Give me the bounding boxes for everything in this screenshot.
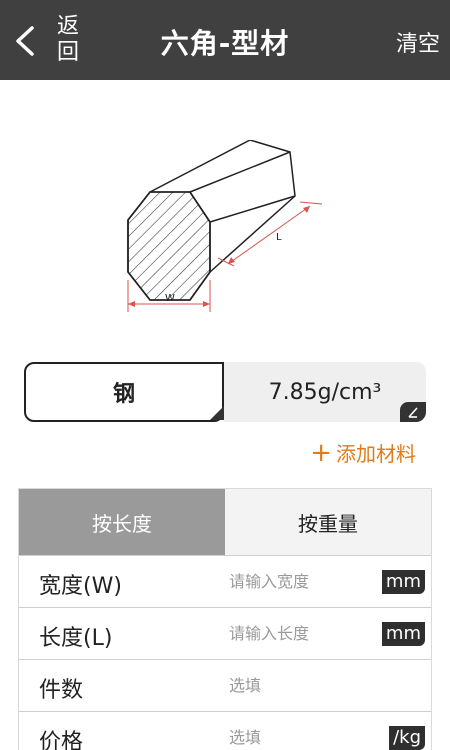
material-selector: 7.85g/cm³ 钢 [24,362,426,422]
add-material-button[interactable]: + 添加材料 [310,438,416,467]
clear-button[interactable]: 清空 [396,26,440,58]
material-density: 7.85g/cm³ [224,362,426,422]
length-unit-button[interactable]: mm [381,622,425,646]
width-unit-button[interactable]: mm [381,570,425,594]
tab-by-length[interactable]: 按长度 [19,489,225,555]
width-dimension-label: W [165,293,175,304]
field-row-price: 价格 /kg [19,711,431,750]
field-row-length: 长度(L) mm [19,607,431,659]
price-unit-button[interactable]: /kg [389,726,425,750]
plus-icon: + [310,437,332,468]
length-input[interactable] [229,619,379,647]
price-input[interactable] [229,723,379,750]
length-dimension-label: L [276,232,282,243]
material-name-button[interactable]: 钢 [24,362,224,422]
edit-density-button[interactable] [400,402,426,422]
quantity-label: 件数 [39,678,84,703]
hex-bar-diagram: W L [127,140,323,312]
field-row-quantity: 件数 [19,659,431,711]
edit-icon [408,407,418,418]
width-label: 宽度(W) [39,574,122,599]
length-label: 长度(L) [39,626,113,651]
hex-cross-section [127,191,211,301]
width-input[interactable] [229,567,379,595]
tab-by-weight[interactable]: 按重量 [225,489,431,555]
calc-form-card: 按长度 按重量 宽度(W) mm 长度(L) mm 件数 价格 /kg [18,488,432,750]
quantity-input[interactable] [229,671,379,699]
page-title: 六角-型材 [160,27,290,60]
app-header: 返 回 六角-型材 清空 [0,0,450,80]
field-row-width: 宽度(W) mm [19,555,431,607]
corner-fold-icon [210,406,224,420]
price-label: 价格 [39,730,84,750]
mode-tabs: 按长度 按重量 [19,489,431,555]
add-material-label: 添加材料 [336,442,416,466]
